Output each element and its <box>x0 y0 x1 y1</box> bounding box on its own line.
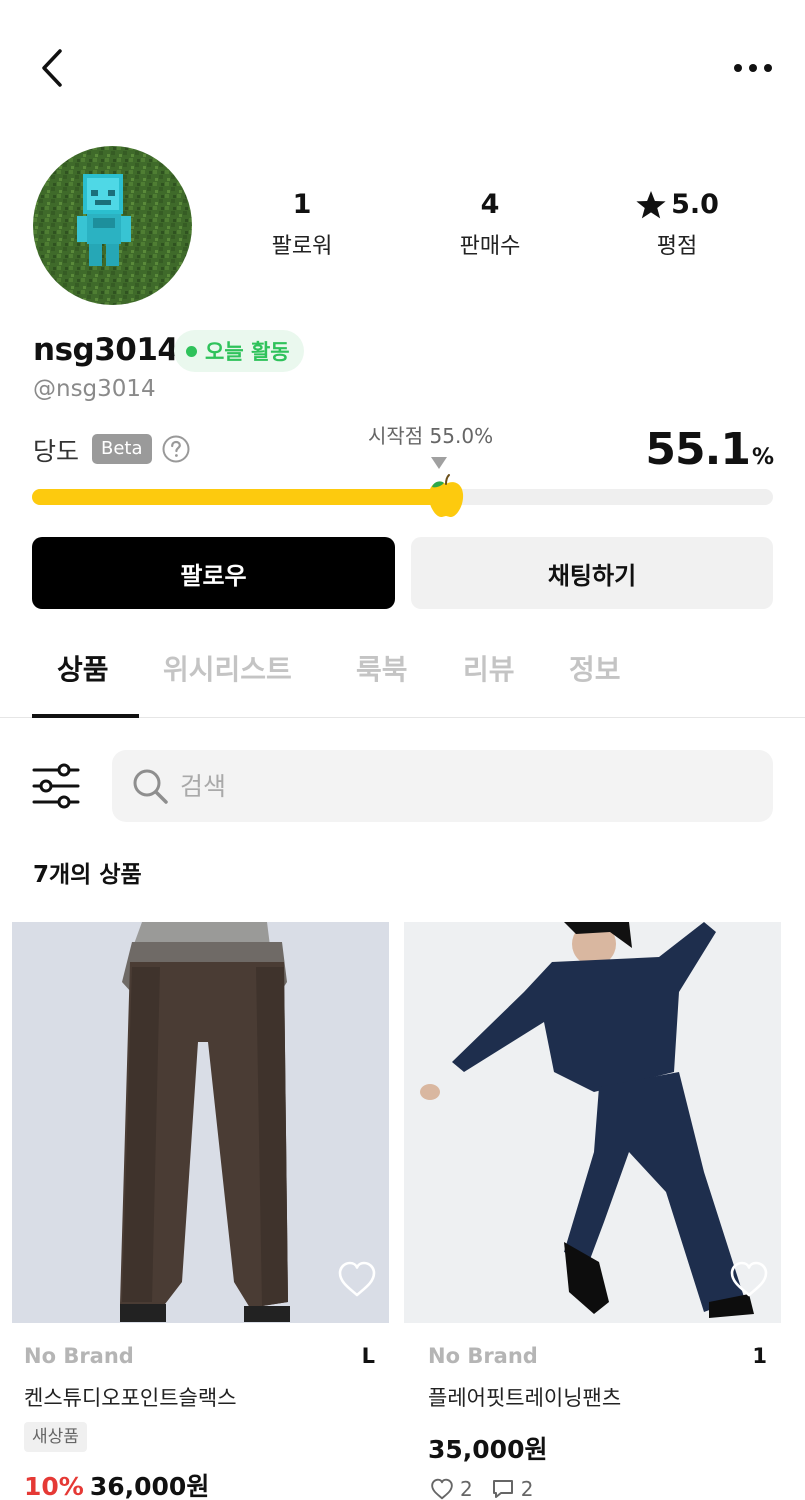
search-icon <box>133 769 168 804</box>
tab-reviews[interactable]: 리뷰 <box>463 648 515 688</box>
search-input[interactable] <box>180 771 740 801</box>
chat-button[interactable]: 채팅하기 <box>411 537 773 609</box>
tab-info[interactable]: 정보 <box>569 648 621 688</box>
followers-label: 팔로워 <box>271 234 333 259</box>
help-icon[interactable] <box>162 435 190 463</box>
product-image[interactable] <box>404 922 781 1323</box>
sweetness-label: 당도 <box>33 437 80 466</box>
chevron-left-icon <box>42 49 62 87</box>
product-price: 36,000원 <box>89 1472 210 1500</box>
product-image[interactable] <box>12 922 389 1323</box>
tab-products[interactable]: 상품 <box>57 648 109 688</box>
product-size: L <box>361 1344 375 1368</box>
comment-icon <box>492 1480 513 1498</box>
star-icon <box>636 191 666 219</box>
rating-label: 평점 <box>656 234 698 259</box>
product-price: 35,000원 <box>428 1435 548 1464</box>
product-size: 1 <box>752 1344 767 1368</box>
start-point-label: 시작점 55.0% <box>368 424 494 448</box>
like-count: 2 <box>460 1477 473 1500</box>
stat-followers[interactable]: 1 팔로워 <box>222 186 382 260</box>
minecraft-avatar <box>33 146 192 305</box>
search-bar[interactable] <box>112 750 773 822</box>
sweetness-number: 55.1 <box>645 424 751 475</box>
tab-wishlist[interactable]: 위시리스트 <box>163 648 292 688</box>
product-card[interactable]: No Brand L 켄스튜디오포인트슬랙스 새상품 10% 36,000원 <box>12 922 389 1500</box>
active-status-badge: 오늘 활동 <box>174 330 304 372</box>
product-card[interactable]: No Brand 1 플레어핏트레이닝팬츠 35,000원 2 2 <box>404 922 781 1500</box>
condition-badge: 새상품 <box>24 1422 87 1452</box>
sales-label: 판매수 <box>459 234 521 259</box>
active-status-label: 오늘 활동 <box>205 340 290 364</box>
product-meta: 2 2 <box>430 1477 533 1500</box>
heart-icon[interactable] <box>337 1260 377 1298</box>
top-bar <box>0 0 805 140</box>
user-handle: @nsg3014 <box>33 376 156 402</box>
stat-sales: 4 판매수 <box>410 186 570 260</box>
product-brand: No Brand <box>428 1344 538 1368</box>
avatar[interactable] <box>33 146 192 305</box>
product-name[interactable]: 켄스튜디오포인트슬랙스 <box>24 1382 237 1412</box>
stat-rating[interactable]: 5.0 평점 <box>597 186 757 260</box>
tab-lookbook[interactable]: 룩북 <box>356 648 408 688</box>
more-button[interactable] <box>728 48 778 88</box>
product-name[interactable]: 플레어핏트레이닝팬츠 <box>428 1382 621 1412</box>
sweetness-bar <box>32 489 773 505</box>
apple-icon <box>428 474 464 518</box>
profile-tabs: 상품 위시리스트 룩북 리뷰 정보 <box>0 630 805 718</box>
heart-icon[interactable] <box>729 1260 769 1298</box>
rating-value-row: 5.0 <box>597 186 757 224</box>
price-row: 10% 36,000원 <box>24 1467 209 1500</box>
active-tab-indicator <box>32 714 139 718</box>
sweetness-value: 55.1% <box>645 424 774 475</box>
follow-button[interactable]: 팔로우 <box>32 537 395 609</box>
comment-count: 2 <box>520 1477 534 1500</box>
discount-rate: 10% <box>24 1472 84 1500</box>
username: nsg3014 <box>33 332 179 368</box>
followers-count: 1 <box>292 189 312 220</box>
product-count: 7개의 상품 <box>33 862 142 888</box>
more-horizontal-icon <box>734 64 772 72</box>
filter-icon[interactable] <box>30 762 82 810</box>
heart-outline-icon <box>431 1478 453 1500</box>
beta-badge: Beta <box>92 434 152 464</box>
sweetness-unit: % <box>751 445 774 470</box>
sales-count: 4 <box>480 189 500 220</box>
product-brand: No Brand <box>24 1344 134 1368</box>
start-marker-icon <box>431 457 447 469</box>
back-button[interactable] <box>30 46 74 90</box>
active-dot-icon <box>186 345 197 357</box>
rating-value: 5.0 <box>671 189 719 220</box>
price-row: 35,000원 <box>428 1430 547 1466</box>
sweetness-bar-fill <box>32 489 441 505</box>
